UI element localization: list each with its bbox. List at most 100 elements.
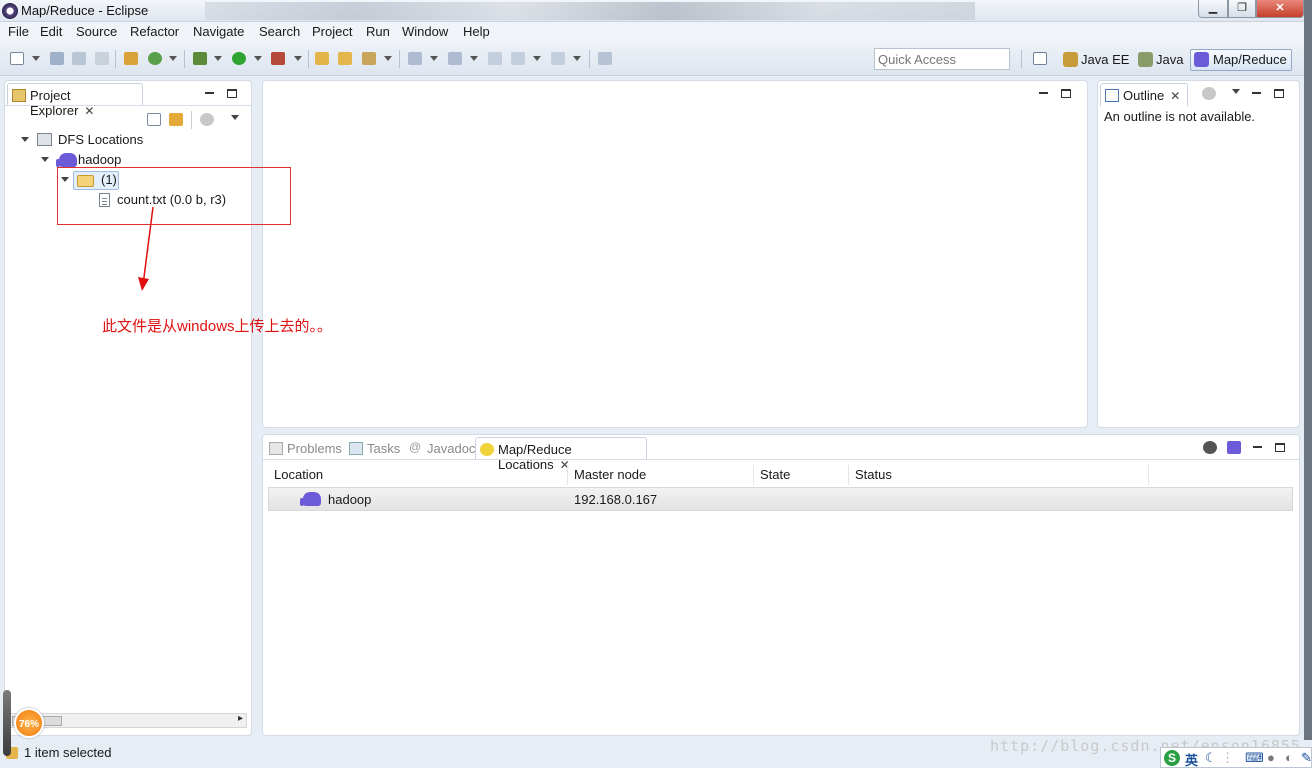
column-header-state[interactable]: State (754, 465, 849, 485)
refresh-icon[interactable] (148, 52, 162, 65)
memory-badge[interactable]: 76% (14, 708, 44, 738)
annotation-text: 此文件是从windows上传上去的。。 (102, 318, 333, 335)
moon-icon[interactable]: ☾ (1205, 750, 1217, 766)
last-edit-icon[interactable] (488, 52, 502, 65)
window-title: Map/Reduce - Eclipse (21, 3, 149, 18)
view-menu-icon[interactable] (1232, 89, 1240, 94)
minimize-view-icon[interactable] (1253, 441, 1262, 453)
new-icon[interactable] (10, 52, 24, 65)
elephant-icon (1194, 52, 1209, 67)
open-folder-icon[interactable] (338, 52, 352, 65)
side-gauge (3, 690, 11, 756)
edit-location-icon[interactable] (1203, 441, 1217, 454)
maximize-editor-icon[interactable] (1061, 87, 1071, 99)
settings-icon[interactable]: ✎ (1301, 750, 1312, 766)
back-dropdown-icon[interactable] (533, 56, 541, 61)
open-project-icon[interactable] (315, 52, 329, 65)
expand-icon[interactable] (41, 157, 49, 162)
print-icon[interactable] (95, 52, 109, 65)
forward-dropdown-icon[interactable] (573, 56, 581, 61)
pen-icon[interactable] (362, 52, 376, 65)
menu-navigate[interactable]: Navigate (193, 24, 244, 39)
minimize-view-icon[interactable] (205, 87, 214, 99)
maximize-button[interactable]: ❐ (1228, 0, 1256, 18)
maximize-view-icon[interactable] (227, 87, 237, 99)
new-location-icon[interactable] (1227, 441, 1241, 454)
user-icon[interactable]: ● (1267, 750, 1275, 765)
external-tools-icon[interactable] (271, 52, 285, 65)
maximize-view-icon[interactable] (1274, 87, 1284, 99)
horizontal-scrollbar[interactable]: ▸ (9, 713, 247, 728)
external-tools-dropdown-icon[interactable] (294, 56, 302, 61)
menu-project[interactable]: Project (312, 24, 352, 39)
next-annotation-dropdown-icon[interactable] (430, 56, 438, 61)
sogou-icon[interactable]: S (1164, 750, 1180, 766)
open-perspective-icon[interactable] (1033, 52, 1047, 65)
save-all-icon[interactable] (72, 52, 86, 65)
skin-icon[interactable]: ◐ (1285, 750, 1293, 765)
elephant-icon (300, 492, 321, 506)
pin-editor-icon[interactable] (598, 52, 612, 65)
outline-extra-icon[interactable] (1202, 87, 1216, 100)
table-row[interactable]: hadoop 192.168.0.167 (268, 487, 1293, 511)
debug-dropdown-icon[interactable] (214, 56, 222, 61)
tab-label: Javadoc (427, 441, 476, 456)
open-type-icon[interactable] (124, 52, 138, 65)
quick-access-input[interactable] (874, 48, 1010, 70)
minimize-editor-icon[interactable] (1039, 87, 1048, 99)
save-icon[interactable] (50, 52, 64, 65)
tab-javadoc[interactable]: @ Javadoc (405, 437, 475, 460)
maximize-view-icon[interactable] (1275, 441, 1285, 453)
run-icon[interactable] (232, 52, 246, 65)
view-menu-icon[interactable] (231, 115, 239, 120)
tab-label: Outline (1123, 88, 1165, 103)
tab-problems[interactable]: Problems (265, 437, 345, 460)
column-header-status[interactable]: Status (849, 465, 1149, 485)
separator-icon: ⋮ (1221, 750, 1234, 765)
debug-icon[interactable] (193, 52, 207, 65)
javadoc-icon: @ (409, 440, 422, 454)
perspective-java[interactable]: Java (1138, 50, 1183, 70)
tab-outline[interactable]: Outline ✕ (1100, 83, 1188, 106)
menu-refactor[interactable]: Refactor (130, 24, 179, 39)
prev-annotation-dropdown-icon[interactable] (470, 56, 478, 61)
perspective-java-ee[interactable]: Java EE (1063, 50, 1129, 70)
main-toolbar: Java EE Java Map/Reduce (0, 42, 1312, 76)
menu-source[interactable]: Source (76, 24, 117, 39)
scroll-right-icon[interactable]: ▸ (238, 713, 243, 724)
tab-tasks[interactable]: Tasks (345, 437, 405, 460)
refresh-dropdown-icon[interactable] (169, 56, 177, 61)
menu-edit[interactable]: Edit (40, 24, 62, 39)
minimize-view-icon[interactable] (1252, 87, 1261, 99)
next-annotation-icon[interactable] (408, 52, 422, 65)
new-dropdown-icon[interactable] (32, 56, 40, 61)
minimize-button[interactable]: ▁ (1198, 0, 1228, 18)
run-dropdown-icon[interactable] (254, 56, 262, 61)
perspective-map-reduce[interactable]: Map/Reduce (1190, 49, 1292, 71)
pen-dropdown-icon[interactable] (384, 56, 392, 61)
tab-label: Tasks (367, 441, 401, 456)
tab-project-explorer[interactable]: Project Explorer ✕ (7, 83, 143, 118)
column-header-master-node[interactable]: Master node (568, 465, 754, 485)
background-window-edge (1304, 0, 1312, 740)
menu-help[interactable]: Help (463, 24, 490, 39)
prev-annotation-icon[interactable] (448, 52, 462, 65)
expand-icon[interactable] (21, 137, 29, 142)
close-tab-icon[interactable]: ✕ (1170, 89, 1180, 103)
menu-search[interactable]: Search (259, 24, 300, 39)
close-button[interactable]: ✕ (1256, 0, 1304, 18)
keyboard-icon[interactable]: ⌨ (1245, 750, 1264, 766)
menu-run[interactable]: Run (366, 24, 390, 39)
title-bar: Map/Reduce - Eclipse ▁ ❐ ✕ (0, 0, 1312, 22)
close-tab-icon[interactable]: ✕ (84, 104, 94, 118)
link-with-editor-icon[interactable] (169, 113, 183, 126)
view-menu-extra-icon[interactable] (200, 113, 214, 126)
tab-map-reduce-locations[interactable]: Map/Reduce Locations ✕ (475, 437, 647, 472)
menu-file[interactable]: File (8, 24, 29, 39)
forward-icon[interactable] (551, 52, 565, 65)
menu-window[interactable]: Window (402, 24, 448, 39)
ime-language[interactable]: 英 (1185, 750, 1198, 768)
collapse-all-icon[interactable] (147, 113, 161, 126)
back-icon[interactable] (511, 52, 525, 65)
column-header-location[interactable]: Location (268, 465, 568, 485)
